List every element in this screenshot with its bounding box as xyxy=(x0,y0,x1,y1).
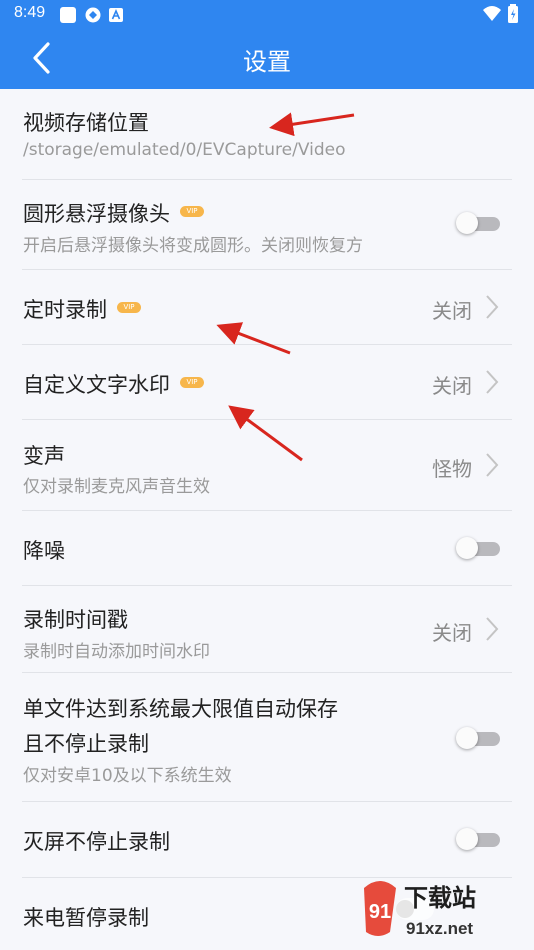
vip-badge: VIP xyxy=(117,301,141,313)
setting-value: 怪物 xyxy=(432,457,472,481)
setting-label: 定时录制 VIP xyxy=(23,294,141,324)
svg-text:下载站: 下载站 xyxy=(404,884,476,912)
setting-auto-save[interactable]: 单文件达到系统最大限值自动保存 且不停止录制 仅对安卓10及以下系统生效 xyxy=(0,673,534,801)
setting-path: /storage/emulated/0/EVCapture/Video xyxy=(23,140,346,160)
battery-icon xyxy=(508,4,518,23)
page-title: 设置 xyxy=(243,48,291,76)
setting-value: 关闭 xyxy=(432,621,472,645)
font-a-icon xyxy=(109,8,123,22)
setting-value: 关闭 xyxy=(432,299,472,323)
setting-label: 自定义文字水印 VIP xyxy=(23,369,204,399)
setting-description: 仅对安卓10及以下系统生效 xyxy=(23,766,232,786)
setting-noise-reduce[interactable]: 降噪 xyxy=(0,511,534,585)
round-camera-toggle[interactable] xyxy=(456,212,500,234)
screen-off-toggle[interactable] xyxy=(456,828,500,850)
setting-timestamp[interactable]: 录制时间戳 录制时自动添加时间水印 关闭 xyxy=(0,586,534,672)
chevron-right-icon xyxy=(486,295,499,319)
setting-label: 录制时间戳 xyxy=(23,608,128,632)
setting-label-line1: 单文件达到系统最大限值自动保存 xyxy=(23,697,338,721)
setting-round-camera[interactable]: 圆形悬浮摄像头 VIP 开启后悬浮摄像头将变成圆形。关闭则恢复方 xyxy=(0,180,534,269)
vip-badge: VIP xyxy=(180,205,204,217)
chevron-right-icon xyxy=(486,453,499,477)
square-icon xyxy=(60,7,76,23)
status-time: 8:49 xyxy=(14,4,46,21)
svg-text:91: 91 xyxy=(369,901,391,923)
noise-reduce-toggle[interactable] xyxy=(456,537,500,559)
setting-text-watermark[interactable]: 自定义文字水印 VIP 关闭 xyxy=(0,345,534,419)
setting-video-location[interactable]: 视频存储位置 /storage/emulated/0/EVCapture/Vid… xyxy=(0,89,534,179)
setting-label: 变声 xyxy=(23,444,65,468)
setting-label: 灭屏不停止录制 xyxy=(23,830,170,854)
setting-timed-record[interactable]: 定时录制 VIP 关闭 xyxy=(0,270,534,344)
setting-voice-change[interactable]: 变声 仅对录制麦克风声音生效 怪物 xyxy=(0,420,534,510)
chevron-right-icon xyxy=(486,617,499,641)
svg-text:91xz.net: 91xz.net xyxy=(406,919,473,938)
chevron-right-icon xyxy=(486,370,499,394)
setting-description: 开启后悬浮摄像头将变成圆形。关闭则恢复方 xyxy=(23,236,363,256)
setting-screen-off[interactable]: 灭屏不停止录制 xyxy=(0,802,534,877)
top-bar: 8:49 设置 xyxy=(0,0,534,89)
setting-label: 视频存储位置 xyxy=(23,111,149,135)
setting-label: 圆形悬浮摄像头 VIP xyxy=(23,198,204,228)
app-bar: 设置 xyxy=(0,28,534,89)
status-bar: 8:49 xyxy=(0,0,534,28)
setting-label: 来电暂停录制 xyxy=(23,906,149,930)
sync-icon xyxy=(85,7,101,23)
setting-label-line2: 且不停止录制 xyxy=(23,732,149,756)
auto-save-toggle[interactable] xyxy=(456,727,500,749)
wifi-icon xyxy=(483,6,501,21)
setting-value: 关闭 xyxy=(432,374,472,398)
setting-description: 录制时自动添加时间水印 xyxy=(23,642,210,662)
setting-label: 降噪 xyxy=(23,539,65,563)
site-watermark: 91 下载站 91xz.net xyxy=(364,881,476,938)
setting-description: 仅对录制麦克风声音生效 xyxy=(23,477,210,497)
vip-badge: VIP xyxy=(180,376,204,388)
